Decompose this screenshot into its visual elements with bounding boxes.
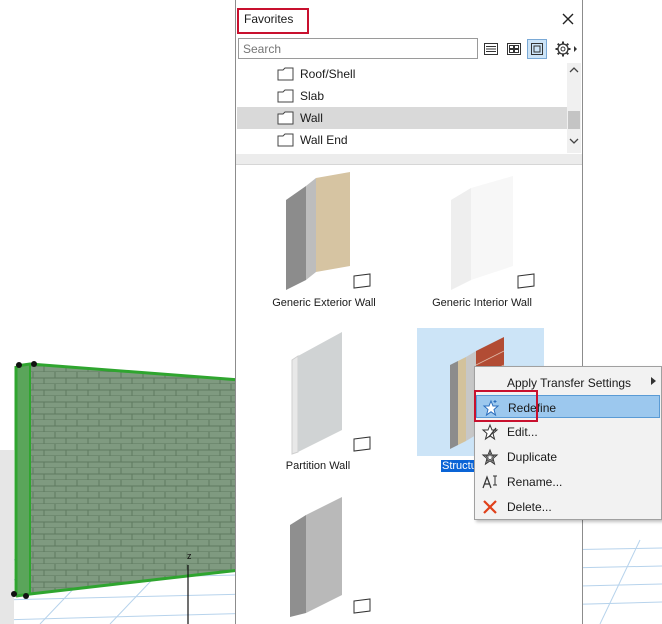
tile-exterior-wall-preview[interactable]	[276, 170, 366, 290]
menu-item-label: Edit...	[507, 425, 538, 439]
folder-item[interactable]: Wall End	[237, 129, 567, 151]
scroll-down-icon[interactable]	[569, 137, 579, 145]
grid-view-icon	[507, 43, 521, 55]
folder-label: Roof/Shell	[300, 67, 356, 81]
folder-icon	[277, 111, 294, 125]
scrollbar-thumb[interactable]	[568, 111, 580, 129]
menu-item-label: Duplicate	[507, 450, 558, 464]
menu-item-label: Delete...	[507, 500, 552, 514]
title-highlight-box	[237, 8, 309, 34]
tile-label[interactable]: Generic Exterior Wall	[264, 297, 384, 309]
tile-label[interactable]: Generic Interior Wall	[422, 297, 542, 309]
folder-icon	[277, 89, 294, 103]
folder-tree: Roof/Shell Slab Wall Wall End	[237, 63, 567, 153]
menu-item-rename[interactable]: Rename...	[476, 470, 660, 493]
menu-item-delete[interactable]: Delete...	[476, 495, 660, 518]
star-duplicate-icon	[481, 448, 499, 466]
favorite-flag-icon	[353, 598, 371, 614]
folder-label: Slab	[300, 89, 325, 103]
wall-3d-element	[11, 361, 241, 599]
menu-item-label: Rename...	[507, 475, 563, 489]
list-view-icon	[484, 43, 498, 55]
folder-item-selected[interactable]: Wall	[237, 107, 567, 129]
rename-icon	[482, 475, 497, 489]
scroll-up-icon[interactable]	[569, 66, 579, 74]
star-edit-icon	[481, 423, 499, 441]
preview-view-button[interactable]	[527, 39, 547, 59]
favorite-flag-icon	[353, 436, 371, 452]
folder-icon	[277, 133, 294, 147]
submenu-arrow-icon	[651, 377, 656, 385]
folder-item[interactable]: Slab	[237, 85, 567, 107]
menu-item-duplicate[interactable]: Duplicate	[476, 445, 660, 468]
grid-view-button[interactable]	[504, 39, 524, 59]
tile-label[interactable]: Partition Wall	[258, 460, 378, 472]
folder-label: Wall	[300, 111, 323, 125]
settings-gear-icon	[555, 41, 577, 57]
folder-item[interactable]: Roof/Shell	[237, 63, 567, 85]
menu-item-label: Apply Transfer Settings	[507, 376, 632, 390]
folder-icon	[277, 67, 294, 81]
search-input[interactable]	[238, 38, 478, 59]
favorite-flag-icon	[353, 273, 371, 289]
redefine-highlight-box	[474, 390, 538, 422]
list-view-button[interactable]	[481, 39, 501, 59]
settings-menu-button[interactable]	[552, 39, 580, 59]
folder-scrollbar[interactable]	[567, 63, 581, 153]
z-axis-label: z	[187, 551, 192, 561]
tile-interior-wall-preview[interactable]	[441, 170, 531, 290]
folder-label: Wall End	[300, 133, 348, 147]
delete-x-icon	[483, 500, 497, 514]
preview-view-icon	[531, 43, 543, 55]
pane-splitter[interactable]	[236, 154, 582, 165]
close-icon[interactable]	[560, 11, 576, 27]
menu-item-edit[interactable]: Edit...	[476, 420, 660, 443]
favorite-flag-icon	[517, 273, 535, 289]
tile-label-selected[interactable]: Structu	[441, 460, 478, 472]
favorites-panel: Favorites Roof/Shell Slab	[235, 0, 583, 624]
